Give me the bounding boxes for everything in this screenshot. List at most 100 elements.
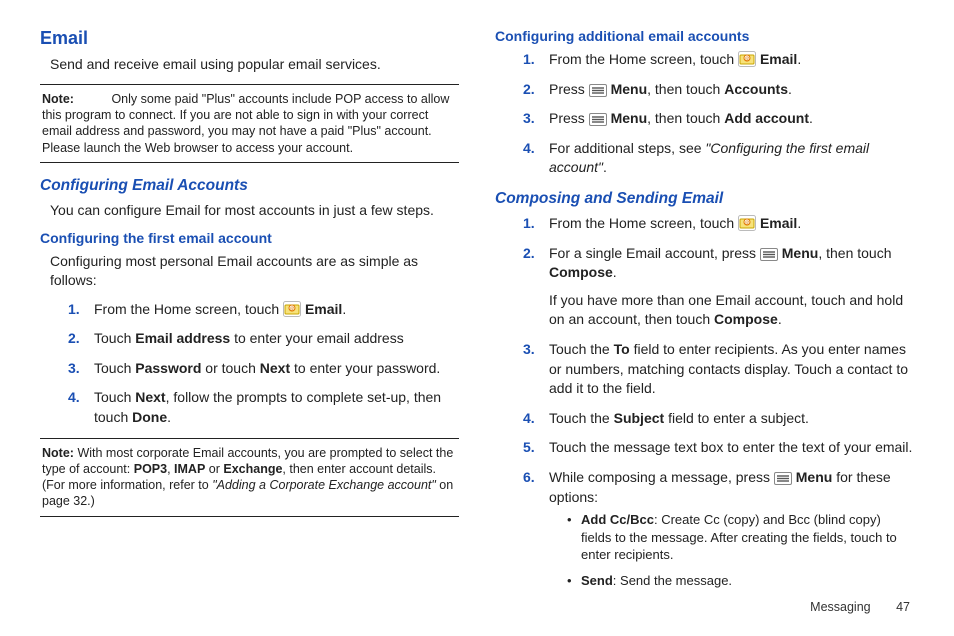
step-text: or touch	[201, 360, 259, 376]
email-icon: @	[283, 301, 301, 317]
step-text: Touch the	[549, 341, 614, 357]
step-text: Touch	[94, 360, 135, 376]
step-text: Touch	[94, 330, 135, 346]
step-item: Touch Email address to enter your email …	[68, 329, 459, 349]
step-text: From the Home screen, touch	[94, 301, 283, 317]
two-column-layout: Email Send and receive email using popul…	[40, 28, 914, 599]
step-item: Touch Password or touch Next to enter yo…	[68, 359, 459, 379]
first-account-intro: Configuring most personal Email accounts…	[50, 252, 459, 290]
step-text-bold: Next	[260, 360, 290, 376]
step-text: Press	[549, 110, 589, 126]
svg-text:@: @	[290, 306, 295, 312]
subheading-additional-accounts: Configuring additional email accounts	[495, 28, 914, 44]
svg-text:@: @	[745, 220, 750, 226]
step-text-bold: Menu	[782, 245, 819, 261]
note-corporate-accounts: Note: With most corporate Email accounts…	[40, 438, 459, 517]
step-text: .	[809, 110, 813, 126]
step-text: While composing a message, press	[549, 469, 774, 485]
step-text: .	[603, 159, 607, 175]
option-text: : Send the message.	[613, 573, 732, 588]
manual-page: Email Send and receive email using popul…	[0, 0, 954, 636]
note-text-bold: IMAP	[174, 462, 205, 476]
option-label: Send	[581, 573, 613, 588]
step-text-bold: Email	[305, 301, 342, 317]
footer-section: Messaging	[810, 600, 870, 614]
note-text-bold: POP3	[134, 462, 167, 476]
steps-first-account: From the Home screen, touch @ Email. Tou…	[68, 300, 459, 428]
step-text-bold: Menu	[796, 469, 833, 485]
step-text-bold: Next	[135, 389, 165, 405]
step-item: Press Menu, then touch Add account.	[523, 109, 914, 129]
footer-page-number: 47	[896, 600, 910, 614]
step-text: .	[342, 301, 346, 317]
step-text-bold: Subject	[614, 410, 665, 426]
step-text: .	[797, 215, 801, 231]
subheading-first-account: Configuring the first email account	[40, 230, 459, 246]
step-item: Touch the message text box to enter the …	[523, 438, 914, 458]
note-text: or	[205, 462, 223, 476]
note-text: ,	[167, 462, 174, 476]
right-column: Configuring additional email accounts Fr…	[495, 28, 914, 599]
step-text: .	[797, 51, 801, 67]
step-text-bold: Email	[760, 215, 797, 231]
note-label: Note:	[42, 92, 74, 106]
step-text: .	[167, 409, 171, 425]
step-text-bold: Menu	[611, 81, 648, 97]
step-text-bold: Menu	[611, 110, 648, 126]
step-item: From the Home screen, touch @ Email.	[523, 214, 914, 234]
step-item: For additional steps, see "Configuring t…	[523, 139, 914, 178]
steps-composing: From the Home screen, touch @ Email. For…	[523, 214, 914, 589]
step-text: , then touch	[647, 81, 724, 97]
step-text: Touch the message text box to enter the …	[549, 439, 912, 455]
email-icon: @	[738, 215, 756, 231]
step-text-bold: Compose	[714, 311, 778, 327]
step-text: to enter your email address	[230, 330, 404, 346]
step-item: Touch the To field to enter recipients. …	[523, 340, 914, 399]
step-text-bold: To	[614, 341, 630, 357]
compose-options-list: Add Cc/Bcc: Create Cc (copy) and Bcc (bl…	[567, 511, 914, 589]
step-text: field to enter a subject.	[664, 410, 809, 426]
page-footer: Messaging 47	[810, 600, 910, 614]
menu-icon	[589, 84, 607, 97]
step-text-bold: Compose	[549, 264, 613, 280]
menu-icon	[760, 248, 778, 261]
menu-icon	[774, 472, 792, 485]
steps-additional-accounts: From the Home screen, touch @ Email. Pre…	[523, 50, 914, 178]
step-text: , then touch	[818, 245, 891, 261]
step-item: While composing a message, press Menu fo…	[523, 468, 914, 589]
step-text: For a single Email account, press	[549, 245, 760, 261]
menu-icon	[589, 113, 607, 126]
list-item: Send: Send the message.	[567, 572, 914, 590]
step-text: From the Home screen, touch	[549, 51, 738, 67]
step-text-bold: Password	[135, 360, 201, 376]
step-text: Touch	[94, 389, 135, 405]
step-item: From the Home screen, touch @ Email.	[523, 50, 914, 70]
step-item: Touch the Subject field to enter a subje…	[523, 409, 914, 429]
section-heading-email: Email	[40, 28, 459, 49]
step-text: .	[788, 81, 792, 97]
step-text: .	[778, 311, 782, 327]
step-text-bold: Email address	[135, 330, 230, 346]
note-body: Only some paid "Plus" accounts include P…	[42, 92, 449, 155]
step-text: to enter your password.	[290, 360, 440, 376]
left-column: Email Send and receive email using popul…	[40, 28, 459, 599]
intro-text: Send and receive email using popular ema…	[50, 55, 459, 74]
email-icon: @	[738, 51, 756, 67]
svg-text:@: @	[745, 57, 750, 63]
step-text-bold: Email	[760, 51, 797, 67]
config-intro: You can configure Email for most account…	[50, 201, 459, 220]
step-text: Press	[549, 81, 589, 97]
step-item: For a single Email account, press Menu, …	[523, 244, 914, 330]
step-item: Touch Next, follow the prompts to comple…	[68, 388, 459, 427]
step-item: From the Home screen, touch @ Email.	[68, 300, 459, 320]
step-item: Press Menu, then touch Accounts.	[523, 80, 914, 100]
step-text-bold: Accounts	[724, 81, 788, 97]
step-text: For additional steps, see	[549, 140, 705, 156]
step-text: From the Home screen, touch	[549, 215, 738, 231]
step-text-bold: Done	[132, 409, 167, 425]
step-text-bold: Add account	[724, 110, 809, 126]
note-text-italic: "Adding a Corporate Exchange account"	[212, 478, 436, 492]
step-text: , then touch	[647, 110, 724, 126]
note-text-bold: Exchange	[223, 462, 282, 476]
list-item: Add Cc/Bcc: Create Cc (copy) and Bcc (bl…	[567, 511, 914, 564]
